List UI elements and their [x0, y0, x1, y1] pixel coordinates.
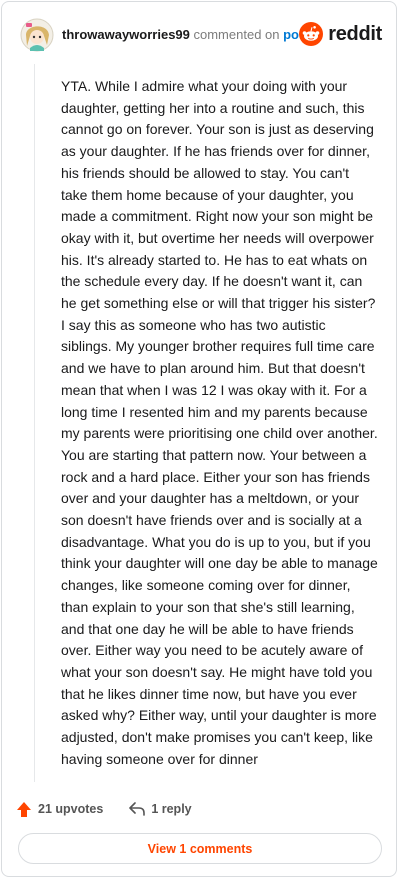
view-comments-button[interactable]: View 1 comments	[18, 833, 382, 864]
comment-actions: 21 upvotes 1 reply	[16, 798, 192, 820]
reddit-alien-icon	[299, 22, 324, 46]
comment-header: throwawayworries99 commented on post red…	[16, 14, 382, 58]
reply-button[interactable]: 1 reply	[129, 802, 192, 816]
view-comments-label: View 1 comments	[147, 841, 253, 856]
thread-line[interactable]	[34, 64, 35, 782]
username-link[interactable]: throwawayworries99	[62, 27, 190, 42]
upvote-count: 21 upvotes	[38, 802, 104, 816]
reddit-wordmark: reddit	[328, 22, 382, 45]
user-avatar[interactable]	[20, 18, 54, 52]
comment-meta: throwawayworries99 commented on post	[62, 27, 311, 42]
comment-card: throwawayworries99 commented on post red…	[1, 1, 397, 877]
reddit-logo[interactable]: reddit	[299, 22, 382, 46]
comment-body: YTA. While I admire what your doing with…	[61, 78, 378, 767]
reply-count: 1 reply	[151, 802, 192, 816]
commented-on-text: commented on	[189, 27, 284, 42]
reply-arrow-icon	[129, 802, 146, 816]
upvote-arrow-icon	[17, 801, 31, 817]
upvote-button[interactable]: 21 upvotes	[16, 801, 103, 818]
